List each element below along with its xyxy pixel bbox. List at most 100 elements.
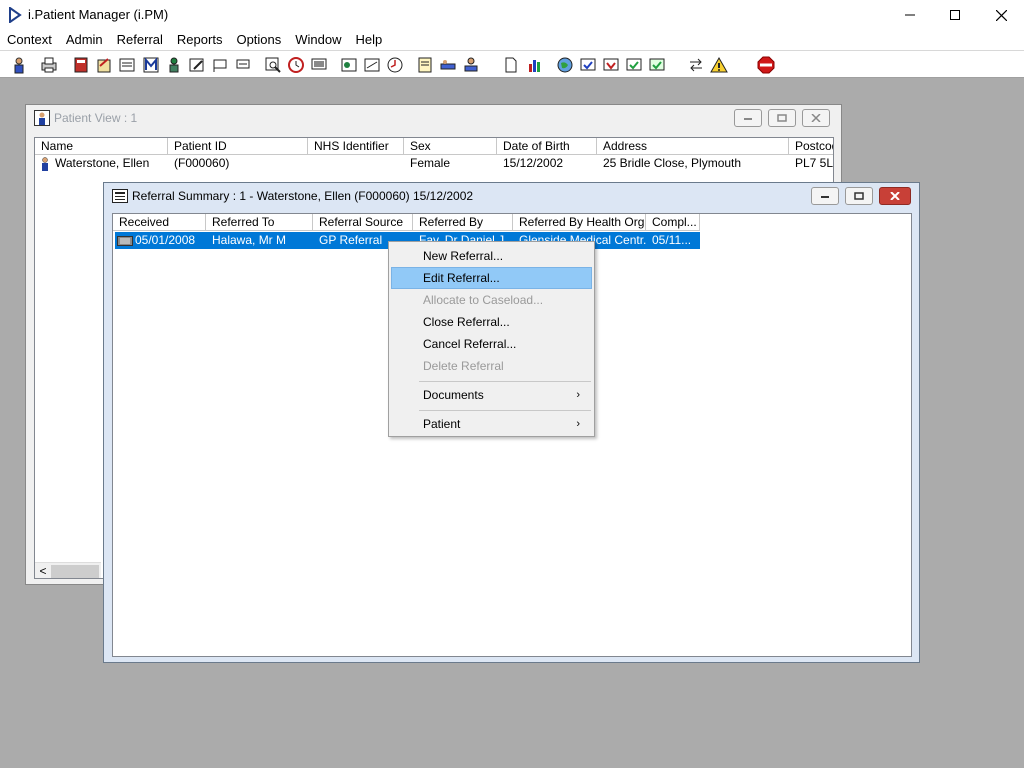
menu-window[interactable]: Window bbox=[288, 30, 348, 50]
menu-item-edit-referral[interactable]: Edit Referral... bbox=[391, 267, 592, 289]
menu-item-documents[interactable]: Documents › bbox=[391, 384, 592, 406]
patient-view-restore-button[interactable] bbox=[768, 109, 796, 127]
patient-view-minimize-button[interactable] bbox=[734, 109, 762, 127]
col-referred-by-health-org[interactable]: Referred By Health Org. bbox=[513, 214, 646, 231]
patient-list-header: Name Patient ID NHS Identifier Sex Date … bbox=[35, 138, 833, 155]
scroll-left-arrow[interactable]: < bbox=[35, 564, 51, 578]
monitor-button[interactable] bbox=[308, 54, 330, 76]
col-sex[interactable]: Sex bbox=[404, 138, 497, 155]
minimize-icon bbox=[821, 196, 829, 198]
notes-button[interactable] bbox=[116, 54, 138, 76]
printer-icon bbox=[41, 57, 57, 73]
patient-search-button[interactable] bbox=[8, 54, 30, 76]
menu-item-label: Edit Referral... bbox=[423, 271, 500, 285]
menu-item-delete-referral[interactable]: Delete Referral bbox=[391, 355, 592, 377]
contact-button[interactable] bbox=[361, 54, 383, 76]
admit-button[interactable] bbox=[93, 54, 115, 76]
menu-item-close-referral[interactable]: Close Referral... bbox=[391, 311, 592, 333]
col-name[interactable]: Name bbox=[35, 138, 168, 155]
checklist-button[interactable] bbox=[577, 54, 599, 76]
book-icon bbox=[74, 57, 88, 73]
menu-separator bbox=[419, 381, 591, 382]
close-button[interactable] bbox=[978, 0, 1024, 30]
patient-view-close-button[interactable] bbox=[802, 109, 830, 127]
referral-summary-titlebar: Referral Summary : 1 - Waterstone, Ellen… bbox=[104, 183, 919, 209]
table-row[interactable]: Waterstone, Ellen (F000060) Female 15/12… bbox=[35, 155, 834, 172]
globe-button[interactable] bbox=[554, 54, 576, 76]
col-nhs-identifier[interactable]: NHS Identifier bbox=[308, 138, 404, 155]
swap-button[interactable] bbox=[685, 54, 707, 76]
col-patient-id[interactable]: Patient ID bbox=[168, 138, 308, 155]
menu-item-label: Cancel Referral... bbox=[423, 337, 517, 351]
menu-item-allocate-to-caseload[interactable]: Allocate to Caseload... bbox=[391, 289, 592, 311]
col-referred-by[interactable]: Referred By bbox=[413, 214, 513, 231]
warning-button[interactable] bbox=[708, 54, 730, 76]
col-address[interactable]: Address bbox=[597, 138, 789, 155]
referral-minimize-button[interactable] bbox=[811, 187, 839, 205]
transfer-button[interactable] bbox=[232, 54, 254, 76]
col-received[interactable]: Received bbox=[113, 214, 206, 231]
horizontal-scrollbar[interactable]: < bbox=[35, 562, 101, 578]
menu-item-patient[interactable]: Patient › bbox=[391, 413, 592, 435]
exit-icon bbox=[757, 56, 775, 74]
m-button[interactable] bbox=[140, 54, 162, 76]
flag-button[interactable] bbox=[209, 54, 231, 76]
menu-item-label: Documents bbox=[423, 388, 484, 402]
notes-icon bbox=[119, 58, 135, 72]
referral-received: 05/01/2008 bbox=[135, 233, 196, 247]
timer-button[interactable] bbox=[384, 54, 406, 76]
person-button[interactable] bbox=[163, 54, 185, 76]
check-down-button[interactable] bbox=[600, 54, 622, 76]
menu-reports[interactable]: Reports bbox=[170, 30, 230, 50]
toolbar bbox=[0, 50, 1024, 78]
ward-icon bbox=[464, 57, 478, 72]
menu-item-new-referral[interactable]: New Referral... bbox=[391, 245, 592, 267]
col-date-of-birth[interactable]: Date of Birth bbox=[497, 138, 597, 155]
menu-options[interactable]: Options bbox=[229, 30, 288, 50]
referral-restore-button[interactable] bbox=[845, 187, 873, 205]
chevron-right-icon: › bbox=[576, 389, 580, 401]
col-completed[interactable]: Compl... bbox=[646, 214, 700, 231]
close-icon bbox=[995, 9, 1007, 21]
patient-address: 25 Bridle Close, Plymouth bbox=[603, 156, 742, 170]
patient-view-title: Patient View : 1 bbox=[54, 111, 138, 125]
patient-postcode: PL7 5LF bbox=[795, 156, 834, 170]
menu-item-label: Close Referral... bbox=[423, 315, 510, 329]
list-button[interactable] bbox=[414, 54, 436, 76]
menu-admin[interactable]: Admin bbox=[59, 30, 110, 50]
edit-button[interactable] bbox=[186, 54, 208, 76]
ward-button[interactable] bbox=[460, 54, 482, 76]
referral-close-button[interactable] bbox=[879, 187, 911, 205]
bar-chart-icon bbox=[529, 60, 540, 72]
schedule-button[interactable] bbox=[338, 54, 360, 76]
menu-item-cancel-referral[interactable]: Cancel Referral... bbox=[391, 333, 592, 355]
restore-icon bbox=[777, 114, 787, 122]
menu-item-label: Patient bbox=[423, 417, 461, 431]
search-button[interactable] bbox=[262, 54, 284, 76]
clock-button[interactable] bbox=[285, 54, 307, 76]
menubar: Context Admin Referral Reports Options W… bbox=[0, 30, 1024, 50]
patient-name: Waterstone, Ellen bbox=[55, 156, 150, 170]
document-button[interactable] bbox=[500, 54, 522, 76]
patient-sex: Female bbox=[410, 156, 451, 170]
scroll-thumb[interactable] bbox=[51, 564, 99, 578]
chart-button[interactable] bbox=[524, 54, 546, 76]
menu-referral[interactable]: Referral bbox=[110, 30, 170, 50]
book-button[interactable] bbox=[70, 54, 92, 76]
exit-button[interactable] bbox=[755, 54, 777, 76]
minimize-button[interactable] bbox=[887, 0, 933, 30]
col-postcode[interactable]: Postcod bbox=[789, 138, 833, 155]
menu-context[interactable]: Context bbox=[0, 30, 59, 50]
col-referral-source[interactable]: Referral Source bbox=[313, 214, 413, 231]
print-button[interactable] bbox=[38, 54, 60, 76]
bed-button[interactable] bbox=[437, 54, 459, 76]
col-referred-to[interactable]: Referred To bbox=[206, 214, 313, 231]
check-green-button[interactable] bbox=[623, 54, 645, 76]
referral-summary-title: Referral Summary : 1 - Waterstone, Ellen… bbox=[132, 189, 474, 203]
check-list-button[interactable] bbox=[646, 54, 668, 76]
maximize-button[interactable] bbox=[932, 0, 978, 30]
menu-help[interactable]: Help bbox=[349, 30, 390, 50]
monitor-icon bbox=[311, 58, 327, 70]
edit-icon bbox=[189, 58, 204, 72]
patient-id: (F000060) bbox=[174, 156, 230, 170]
